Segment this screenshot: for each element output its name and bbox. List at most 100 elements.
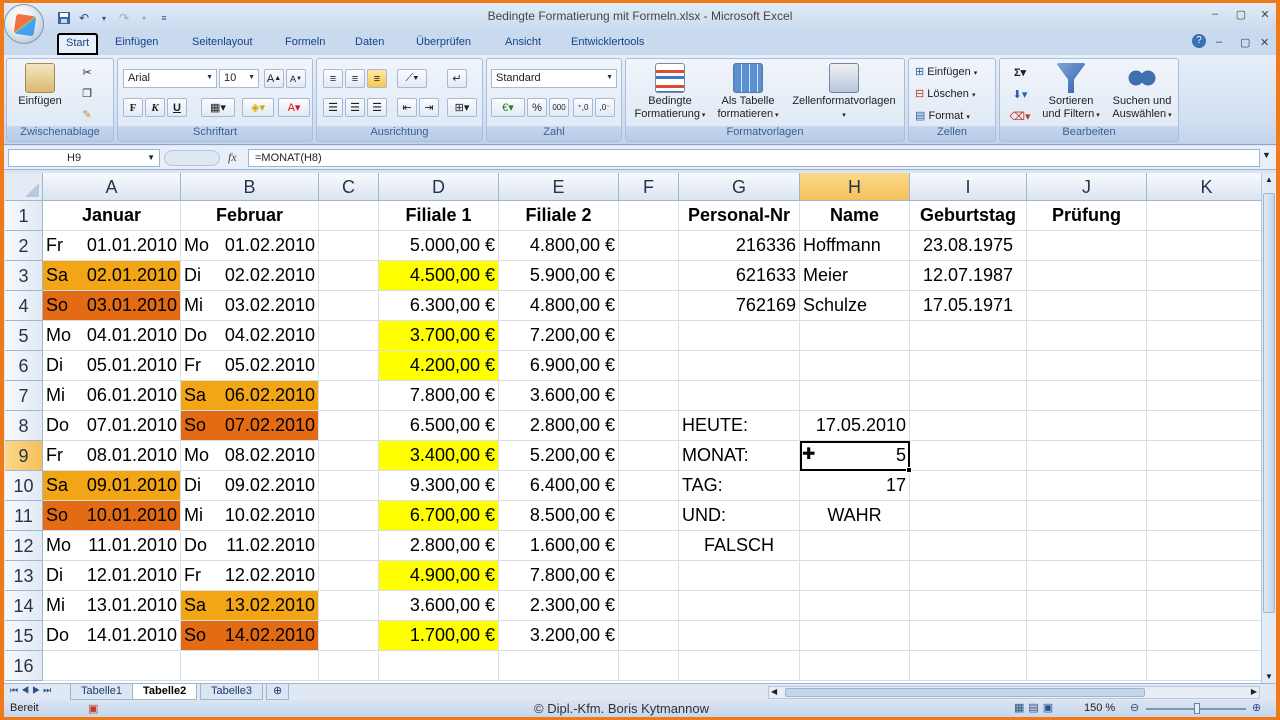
- cell[interactable]: [181, 651, 319, 681]
- cell[interactable]: [1027, 531, 1147, 561]
- header-b[interactable]: Februar: [181, 201, 319, 231]
- date-cell[interactable]: Fr 01.01.2010: [43, 231, 181, 261]
- cell[interactable]: [1147, 321, 1261, 351]
- macro-record-icon[interactable]: ▣: [88, 702, 98, 715]
- personnel-name[interactable]: Hoffmann: [800, 231, 910, 261]
- autosum-icon[interactable]: Σ▾: [1006, 63, 1034, 82]
- cell[interactable]: [910, 621, 1027, 651]
- row-header-12[interactable]: 12: [5, 531, 43, 561]
- font-size-dropdown[interactable]: 10 ▼: [219, 69, 259, 88]
- date-cell[interactable]: Do 07.01.2010: [43, 411, 181, 441]
- cell[interactable]: [1027, 561, 1147, 591]
- cell[interactable]: [1027, 381, 1147, 411]
- column-header-i[interactable]: I: [910, 173, 1027, 201]
- cell[interactable]: [679, 381, 800, 411]
- row-header-9[interactable]: 9: [5, 441, 43, 471]
- column-header-f[interactable]: F: [619, 173, 679, 201]
- zoom-in-icon[interactable]: ⊕: [1252, 701, 1261, 714]
- zoom-out-icon[interactable]: ⊖: [1130, 701, 1139, 714]
- filiale1-value[interactable]: 6.300,00 €: [379, 291, 499, 321]
- cell[interactable]: [1027, 591, 1147, 621]
- cell[interactable]: [619, 441, 679, 471]
- filiale2-value[interactable]: 7.800,00 €: [499, 561, 619, 591]
- font-color-icon[interactable]: A▾: [278, 98, 310, 117]
- date-cell[interactable]: Do 04.02.2010: [181, 321, 319, 351]
- cell[interactable]: [1147, 201, 1261, 231]
- cell[interactable]: [619, 621, 679, 651]
- header-e[interactable]: Filiale 2: [499, 201, 619, 231]
- fill-handle[interactable]: [906, 467, 912, 473]
- cell[interactable]: [379, 651, 499, 681]
- cell[interactable]: [1027, 471, 1147, 501]
- heute-label[interactable]: HEUTE:: [679, 411, 800, 441]
- cell[interactable]: [910, 561, 1027, 591]
- row-header-13[interactable]: 13: [5, 561, 43, 591]
- number-format-dropdown[interactable]: Standard ▼: [491, 69, 617, 88]
- cell[interactable]: [619, 321, 679, 351]
- cell[interactable]: [1027, 231, 1147, 261]
- currency-icon[interactable]: €▾: [491, 98, 525, 117]
- cell[interactable]: [619, 291, 679, 321]
- format-painter-icon[interactable]: ✎: [77, 105, 97, 124]
- scroll-up-icon[interactable]: ▲: [1265, 175, 1273, 184]
- format-as-table-button[interactable]: Als Tabelle formatieren ▾: [712, 63, 784, 122]
- column-header-e[interactable]: E: [499, 173, 619, 201]
- cell[interactable]: [1147, 561, 1261, 591]
- cell[interactable]: [619, 561, 679, 591]
- cell[interactable]: [619, 471, 679, 501]
- falsch-value[interactable]: FALSCH: [679, 531, 800, 561]
- help-icon[interactable]: ?: [1192, 34, 1206, 48]
- cell[interactable]: [319, 321, 379, 351]
- view-buttons-icon[interactable]: ▦▤▣: [1014, 701, 1057, 714]
- cell[interactable]: [619, 501, 679, 531]
- horizontal-scrollbar[interactable]: ◀ ▶: [768, 686, 1260, 699]
- align-top-icon[interactable]: ≡: [323, 69, 343, 88]
- decrease-indent-icon[interactable]: ⇤: [397, 98, 417, 117]
- cell[interactable]: [319, 621, 379, 651]
- find-select-button[interactable]: Suchen und Auswählen ▾: [1106, 63, 1178, 122]
- date-cell[interactable]: Sa 09.01.2010: [43, 471, 181, 501]
- filiale1-value[interactable]: 3.400,00 €: [379, 441, 499, 471]
- cell[interactable]: [1027, 621, 1147, 651]
- cell[interactable]: [319, 651, 379, 681]
- column-header-b[interactable]: B: [181, 173, 319, 201]
- thousands-button[interactable]: 000: [549, 98, 569, 117]
- cell[interactable]: [1147, 591, 1261, 621]
- align-left-icon[interactable]: ☰: [323, 98, 343, 117]
- cell[interactable]: [800, 351, 910, 381]
- header-i[interactable]: Geburtstag: [910, 201, 1027, 231]
- cell[interactable]: [910, 441, 1027, 471]
- cell[interactable]: [619, 381, 679, 411]
- personnel-name[interactable]: Schulze: [800, 291, 910, 321]
- cell[interactable]: [43, 651, 181, 681]
- date-cell[interactable]: Mi 13.01.2010: [43, 591, 181, 621]
- filiale2-value[interactable]: 4.800,00 €: [499, 291, 619, 321]
- row-header-11[interactable]: 11: [5, 501, 43, 531]
- cell-styles-button[interactable]: Zellenformatvorlagen ▾: [786, 63, 902, 122]
- name-box[interactable]: H9 ▼: [8, 149, 160, 167]
- monat-label[interactable]: MONAT:: [679, 441, 800, 471]
- cell[interactable]: [319, 591, 379, 621]
- und-value[interactable]: WAHR: [800, 501, 910, 531]
- filiale1-value[interactable]: 4.200,00 €: [379, 351, 499, 381]
- date-cell[interactable]: Mo 11.01.2010: [43, 531, 181, 561]
- date-cell[interactable]: Mi 03.02.2010: [181, 291, 319, 321]
- tab-ansicht[interactable]: Ansicht: [505, 36, 541, 48]
- wrap-text-icon[interactable]: ↵: [447, 69, 467, 88]
- scroll-down-icon[interactable]: ▼: [1265, 672, 1273, 681]
- cell[interactable]: [319, 291, 379, 321]
- cell[interactable]: [1147, 441, 1261, 471]
- expand-formula-icon[interactable]: ▼: [1262, 150, 1271, 160]
- tab-start[interactable]: Start: [57, 33, 99, 55]
- personnel-birthday[interactable]: 23.08.1975: [910, 231, 1027, 261]
- row-header-2[interactable]: 2: [5, 231, 43, 261]
- underline-button[interactable]: U: [167, 98, 187, 117]
- filiale1-value[interactable]: 5.000,00 €: [379, 231, 499, 261]
- cell[interactable]: [1147, 351, 1261, 381]
- cell[interactable]: [800, 321, 910, 351]
- filiale2-value[interactable]: 7.200,00 €: [499, 321, 619, 351]
- cell[interactable]: [619, 351, 679, 381]
- fill-icon[interactable]: ⬇▾: [1006, 85, 1034, 104]
- header-j[interactable]: Prüfung: [1027, 201, 1147, 231]
- tab-daten[interactable]: Daten: [355, 36, 384, 48]
